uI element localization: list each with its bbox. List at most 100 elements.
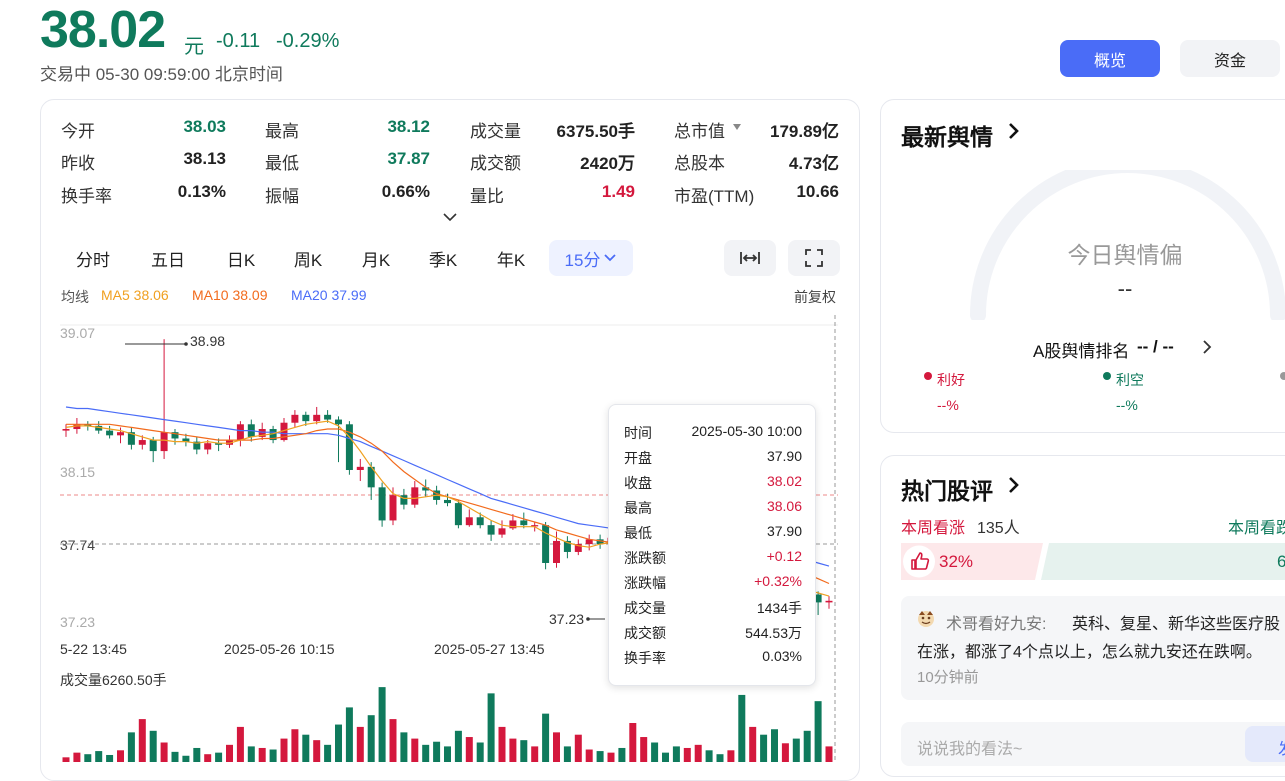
volume-bar	[803, 730, 811, 762]
candle-body[interactable]	[378, 487, 386, 521]
tooltip-label: 成交量	[624, 600, 666, 616]
volume-bar	[127, 732, 135, 762]
chevron-right-icon[interactable]	[1202, 340, 1212, 354]
quote-label-prev-close: 昨收	[61, 154, 95, 173]
ma20-legend: MA20 37.99	[291, 287, 367, 303]
candle-body[interactable]	[335, 419, 342, 425]
tab-yearly-k[interactable]: 年K	[486, 240, 536, 276]
chevron-right-icon[interactable]	[1008, 476, 1020, 494]
tab-five-day[interactable]: 五日	[141, 240, 195, 276]
tooltip-value: +0.12	[766, 548, 802, 564]
bullish-dot	[924, 372, 932, 380]
volume-bar	[596, 751, 604, 762]
quote-value-high: 38.12	[387, 117, 430, 136]
candle-body[interactable]	[520, 520, 528, 526]
avatar	[918, 611, 934, 627]
volume-bar	[640, 737, 648, 762]
sentiment-title[interactable]: 最新舆情	[901, 118, 993, 152]
tab-daily-k[interactable]: 日K	[216, 240, 266, 276]
candle-body[interactable]	[160, 432, 168, 452]
tooltip-label: 时间	[624, 425, 652, 441]
volume-bar	[618, 747, 626, 762]
adjust-mode[interactable]: 前复权	[794, 287, 836, 307]
candle-body[interactable]	[313, 414, 321, 422]
volume-bar	[563, 746, 571, 762]
volume-bar	[95, 751, 103, 762]
quote-label-open: 今开	[61, 122, 95, 141]
tooltip-label: 最高	[624, 500, 652, 516]
chevron-down-icon[interactable]	[443, 212, 457, 222]
volume-bar	[258, 747, 266, 762]
volume-bar	[62, 757, 70, 762]
volume-bar	[444, 746, 451, 762]
tab-monthly-k[interactable]: 月K	[351, 240, 401, 276]
quote-label-amplitude: 振幅	[265, 187, 299, 206]
candle-body[interactable]	[542, 525, 550, 563]
tab-intraday[interactable]: 分时	[66, 240, 120, 276]
volume-bar	[727, 750, 735, 762]
candle-body[interactable]	[302, 414, 310, 422]
candle-body[interactable]	[356, 466, 364, 470]
candle-body[interactable]	[291, 414, 299, 423]
candle-body[interactable]	[498, 528, 506, 535]
volume-bar	[465, 737, 473, 762]
comment-text-line2: 在涨，都涨了4个点以上，怎么就九安还在跌啊。	[917, 644, 1262, 661]
candle-body[interactable]	[324, 414, 332, 420]
funds-button[interactable]: 资金	[1180, 40, 1280, 77]
volume-bar	[160, 742, 168, 762]
quote-value-volume: 6375.50手	[556, 122, 635, 141]
tab-15min[interactable]: 15分	[549, 240, 633, 276]
candle-body[interactable]	[236, 424, 244, 441]
volume-bar	[760, 734, 768, 762]
fit-width-button[interactable]	[724, 240, 776, 276]
candle-body[interactable]	[389, 495, 397, 521]
volume-bar	[749, 726, 757, 762]
thumbs-up-icon[interactable]	[910, 551, 930, 571]
up-vote-label: 本周看涨	[901, 520, 966, 537]
candle-body[interactable]	[204, 443, 212, 450]
candle-body[interactable]	[454, 503, 462, 526]
chevron-down-icon	[604, 254, 617, 262]
down-vote-label: 本周看跌	[1228, 520, 1285, 537]
tab-quarterly-k[interactable]: 季K	[418, 240, 468, 276]
comments-title[interactable]: 热门股评	[901, 472, 993, 506]
volume-bar	[226, 744, 233, 762]
tab-weekly-k[interactable]: 周K	[283, 240, 333, 276]
volume-bar	[585, 749, 593, 762]
overview-button[interactable]: 概览	[1060, 40, 1160, 77]
candle-body[interactable]	[476, 517, 484, 526]
chevron-right-icon[interactable]	[1008, 122, 1020, 140]
volume-bar	[73, 752, 81, 762]
quote-label-market-cap[interactable]: 总市值	[674, 117, 725, 142]
tooltip-row-close: 收盘 38.02	[624, 473, 802, 493]
candle-body[interactable]	[444, 499, 451, 504]
candle-body[interactable]	[411, 487, 419, 505]
candle-body[interactable]	[149, 440, 157, 452]
candle-body[interactable]	[138, 440, 146, 445]
price-change-pct: -0.29%	[276, 30, 340, 52]
quote-value-volume-ratio: 1.49	[601, 182, 635, 201]
candle-body[interactable]	[487, 525, 495, 535]
volume-bar	[553, 732, 560, 762]
low-marker-label: 37.23	[549, 611, 584, 627]
ma5-legend: MA5 38.06	[101, 287, 169, 303]
candle-body[interactable]	[117, 432, 124, 436]
tooltip-value: 2025-05-30 10:00	[691, 423, 802, 439]
rank-label: A股舆情排名	[1033, 342, 1130, 361]
volume-label: 成交量6260.50手	[60, 672, 167, 688]
quote-label-high: 最高	[265, 122, 299, 141]
volume-bar	[335, 724, 342, 762]
volume-bar	[204, 754, 212, 762]
volume-bar	[411, 738, 419, 762]
tooltip-row-amount: 成交额 544.53万	[624, 623, 802, 643]
candle-body[interactable]	[62, 429, 70, 431]
candle-body[interactable]	[553, 540, 560, 563]
candle-body[interactable]	[465, 517, 473, 526]
comment-author[interactable]: 术哥看好九安:	[946, 610, 1046, 634]
volume-bar	[171, 751, 179, 762]
candle-body[interactable]	[400, 495, 408, 505]
market-cap-dropdown-icon[interactable]	[733, 124, 741, 130]
fullscreen-button[interactable]	[788, 240, 840, 276]
candle-body[interactable]	[106, 430, 114, 436]
candle-body[interactable]	[825, 600, 833, 603]
